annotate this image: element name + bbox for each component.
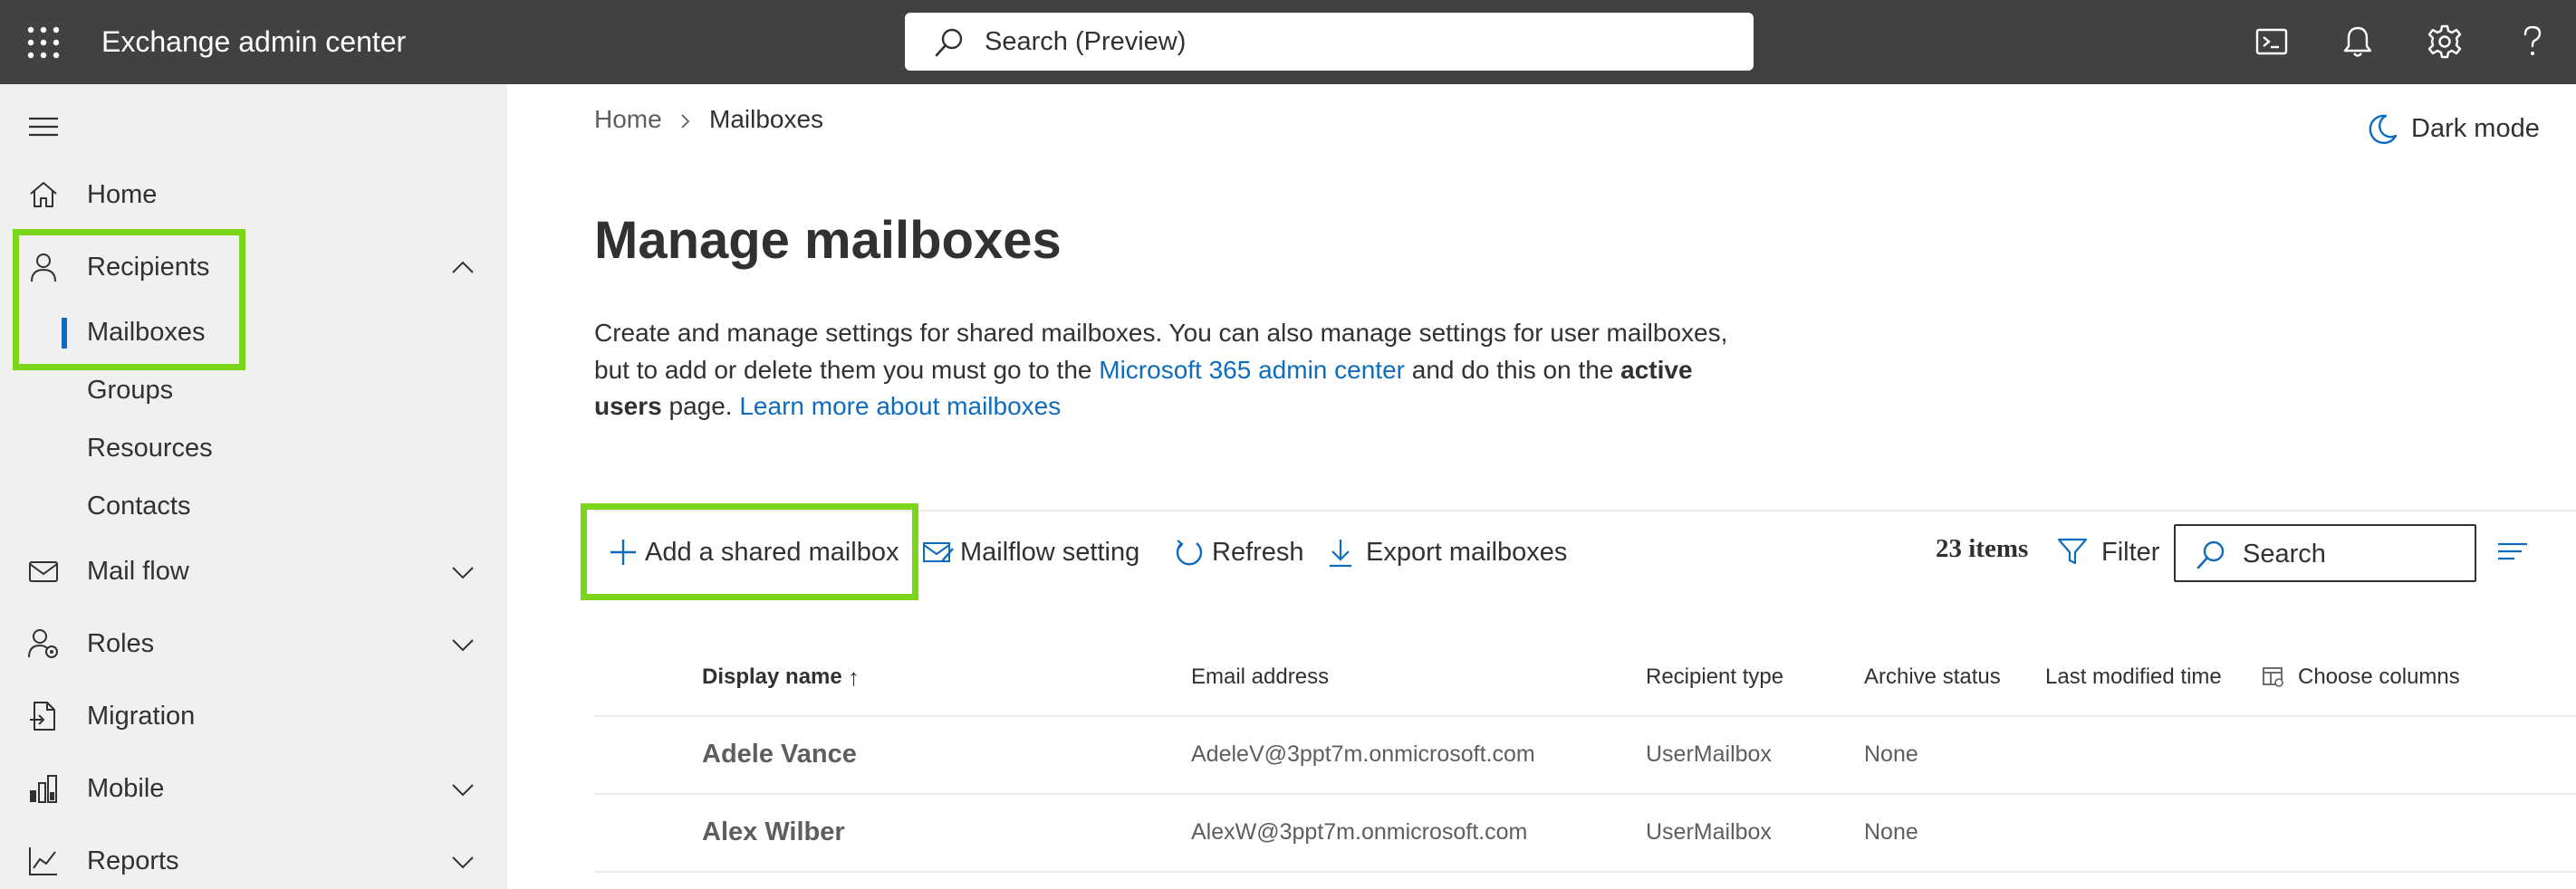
sort-ascending-icon[interactable]: ↑ bbox=[848, 664, 860, 691]
cell-recipient-type: UserMailbox bbox=[1646, 819, 1772, 845]
global-search-input[interactable]: Search (Preview) bbox=[905, 13, 1754, 71]
choose-columns-label: Choose columns bbox=[2298, 664, 2460, 689]
page-title: Manage mailboxes bbox=[594, 211, 1062, 270]
sidebar-item-label: Resources bbox=[87, 434, 213, 463]
cell-display-name[interactable]: Adele Vance bbox=[702, 739, 857, 770]
button-label: Mailflow setting bbox=[960, 538, 1140, 567]
dark-mode-label: Dark mode bbox=[2411, 114, 2540, 143]
chevron-down-icon[interactable] bbox=[449, 848, 476, 875]
group-by-icon[interactable] bbox=[2496, 537, 2529, 566]
table-row[interactable]: Alex Wilber AlexW@3ppt7m.onmicrosoft.com… bbox=[594, 795, 2576, 871]
cell-display-name[interactable]: Alex Wilber bbox=[702, 817, 845, 847]
chevron-right-icon bbox=[681, 114, 690, 129]
cell-archive-status: None bbox=[1864, 819, 1918, 845]
app-launcher-icon[interactable] bbox=[26, 25, 61, 60]
sidebar-item-mail-flow[interactable]: Mail flow bbox=[0, 544, 507, 598]
column-header-last-modified[interactable]: Last modified time bbox=[2045, 664, 2222, 691]
description-text: and do this on the bbox=[1404, 355, 1621, 384]
sidebar-item-label: Mobile bbox=[87, 774, 165, 803]
roles-icon bbox=[28, 629, 58, 658]
sidebar: Home Recipients Mailboxes Groups Resourc… bbox=[0, 84, 507, 889]
column-header-email[interactable]: Email address bbox=[1191, 664, 1329, 691]
mail-icon bbox=[29, 561, 58, 582]
sidebar-item-contacts[interactable]: Contacts bbox=[0, 481, 507, 531]
mailflow-setting-button[interactable]: Mailflow setting bbox=[922, 525, 1149, 579]
sidebar-item-mobile[interactable]: Mobile bbox=[0, 761, 507, 816]
button-label: Refresh bbox=[1212, 538, 1304, 567]
columns-icon bbox=[2263, 667, 2283, 687]
breadcrumb-home[interactable]: Home bbox=[594, 104, 662, 135]
sidebar-item-label: Contacts bbox=[87, 492, 191, 521]
search-placeholder: Search bbox=[2243, 540, 2326, 569]
column-header-recipient-type[interactable]: Recipient type bbox=[1646, 664, 1783, 691]
app-title[interactable]: Exchange admin center bbox=[101, 24, 406, 60]
sidebar-item-resources[interactable]: Resources bbox=[0, 423, 507, 473]
sidebar-item-reports[interactable]: Reports bbox=[0, 834, 507, 888]
m365-admin-center-link[interactable]: Microsoft 365 admin center bbox=[1099, 356, 1405, 384]
home-icon bbox=[30, 182, 57, 207]
cell-email: AdeleV@3ppt7m.onmicrosoft.com bbox=[1191, 741, 1535, 767]
button-label: Export mailboxes bbox=[1366, 538, 1568, 567]
reports-icon bbox=[29, 847, 57, 875]
mobile-icon bbox=[30, 775, 57, 803]
highlight-box bbox=[581, 503, 918, 600]
global-search-placeholder: Search (Preview) bbox=[985, 27, 1187, 56]
search-icon bbox=[2196, 540, 2225, 569]
migration-icon bbox=[30, 702, 55, 731]
sidebar-item-home[interactable]: Home bbox=[0, 167, 507, 222]
refresh-button[interactable]: Refresh bbox=[1174, 525, 1304, 579]
chevron-down-icon[interactable] bbox=[449, 631, 476, 658]
cell-archive-status: None bbox=[1864, 741, 1918, 767]
top-bar: Exchange admin center Search (Preview) bbox=[0, 0, 2576, 84]
column-header-display-name[interactable]: Display name bbox=[702, 664, 842, 691]
table-search-input[interactable]: Search bbox=[2174, 524, 2476, 582]
cell-email: AlexW@3ppt7m.onmicrosoft.com bbox=[1191, 819, 1528, 845]
cloud-shell-icon[interactable] bbox=[2252, 22, 2292, 62]
sidebar-item-label: Home bbox=[87, 180, 158, 209]
filter-icon bbox=[2057, 538, 2088, 565]
items-count: 23 items bbox=[1936, 534, 2029, 563]
download-icon bbox=[1330, 540, 1351, 568]
refresh-icon bbox=[1176, 540, 1203, 566]
chevron-down-icon[interactable] bbox=[449, 559, 476, 586]
bell-icon[interactable] bbox=[2338, 22, 2378, 62]
learn-more-link[interactable]: Learn more about mailboxes bbox=[739, 392, 1061, 420]
main-content: Home Mailboxes Dark mode Manage mailboxe… bbox=[507, 84, 2576, 889]
hamburger-icon[interactable] bbox=[27, 113, 60, 140]
sidebar-item-migration[interactable]: Migration bbox=[0, 689, 507, 743]
sidebar-item-label: Migration bbox=[87, 702, 196, 731]
row-divider bbox=[594, 871, 2576, 873]
cell-recipient-type: UserMailbox bbox=[1646, 741, 1772, 767]
chevron-up-icon[interactable] bbox=[449, 254, 476, 282]
description-text: page. bbox=[661, 392, 740, 420]
export-mailboxes-button[interactable]: Export mailboxes bbox=[1326, 525, 1567, 579]
moon-icon bbox=[2369, 114, 2398, 145]
sidebar-item-label: Groups bbox=[87, 376, 174, 405]
gear-icon[interactable] bbox=[2425, 22, 2465, 62]
search-icon bbox=[935, 28, 963, 57]
highlight-box bbox=[13, 229, 245, 370]
sidebar-item-roles[interactable]: Roles bbox=[0, 617, 507, 671]
mail-settings-icon bbox=[923, 542, 954, 562]
button-label: Filter bbox=[2101, 538, 2160, 567]
sidebar-item-label: Reports bbox=[87, 846, 179, 875]
breadcrumb-current: Mailboxes bbox=[709, 105, 824, 133]
sidebar-item-label: Roles bbox=[87, 629, 155, 658]
sidebar-item-label: Mail flow bbox=[87, 557, 189, 586]
help-icon[interactable] bbox=[2513, 22, 2552, 62]
table-row[interactable]: Adele Vance AdeleV@3ppt7m.onmicrosoft.co… bbox=[594, 717, 2576, 793]
sidebar-item-groups[interactable]: Groups bbox=[0, 365, 507, 416]
chevron-down-icon[interactable] bbox=[449, 776, 476, 803]
column-header-archive-status[interactable]: Archive status bbox=[1864, 664, 2001, 691]
page-description: Create and manage settings for shared ma… bbox=[594, 315, 1754, 425]
